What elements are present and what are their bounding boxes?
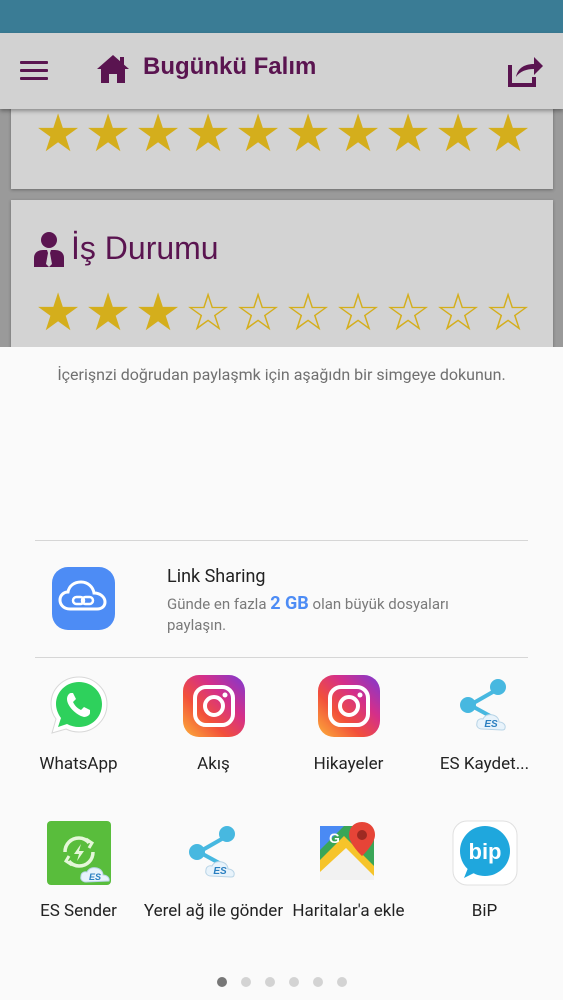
star-filled-icon: ★: [234, 109, 282, 164]
share-target-es-sender[interactable]: ES ES Sender: [8, 820, 149, 922]
page-indicator: [0, 972, 563, 991]
link-sharing-description: Günde en fazla 2 GB olan büyük dosyaları…: [167, 593, 449, 634]
link-sharing-title: Link Sharing: [167, 566, 266, 587]
star-rating: ★ ★ ★ ★ ★ ★ ★ ★ ★ ★: [33, 109, 533, 164]
share-target-es-save[interactable]: ES ES Kaydet...: [414, 673, 555, 775]
bip-icon: bip: [452, 820, 517, 886]
app-label: WhatsApp: [39, 754, 118, 774]
link-sharing-option[interactable]: Link Sharing Günde en fazla 2 GB olan bü…: [0, 541, 563, 657]
share-target-bip[interactable]: bip BiP: [414, 820, 555, 922]
star-empty-icon: ☆: [284, 282, 332, 343]
star-filled-icon: ★: [84, 109, 132, 164]
share-target-instagram-stories[interactable]: Hikayeler: [278, 673, 419, 775]
instagram-icon: [317, 675, 380, 737]
star-rating: ★ ★ ★ ☆ ☆ ☆ ☆ ☆ ☆ ☆: [33, 282, 533, 343]
app-label: ES Kaydet...: [439, 754, 530, 774]
svg-text:bip: bip: [468, 839, 501, 864]
cloud-link-icon: [52, 567, 115, 630]
es-sender-icon: ES: [46, 821, 111, 885]
section-header: İş Durumu: [33, 230, 219, 267]
star-filled-icon: ★: [284, 109, 332, 164]
app-bar: Bugünkü Falım: [0, 33, 563, 109]
page-dot[interactable]: [240, 977, 251, 987]
svg-text:ES: ES: [213, 866, 227, 877]
divider: [35, 657, 528, 658]
share-target-instagram-feed[interactable]: Akış: [143, 673, 284, 775]
page-title: Bugünkü Falım: [143, 53, 317, 80]
page-dot[interactable]: [264, 977, 275, 987]
rating-card-work-status: İş Durumu ★ ★ ★ ☆ ☆ ☆ ☆ ☆ ☆ ☆: [11, 200, 553, 347]
star-filled-icon: ★: [34, 282, 82, 343]
fortune-content: ★ ★ ★ ★ ★ ★ ★ ★ ★ ★ İş Durumu ★ ★ ★ ☆ ☆ ☆ ☆ ☆ ☆ ☆: [0, 109, 563, 347]
app-label: Akış: [197, 754, 230, 774]
star-filled-icon: ★: [34, 109, 82, 164]
page-dot[interactable]: [312, 977, 323, 987]
star-empty-icon: ☆: [434, 282, 482, 343]
star-empty-icon: ☆: [184, 282, 232, 343]
star-filled-icon: ★: [384, 109, 432, 164]
es-share-icon: ES: [459, 679, 506, 731]
menu-icon[interactable]: [20, 61, 48, 81]
google-maps-icon: G: [319, 822, 375, 880]
page-dot[interactable]: [216, 977, 227, 987]
share-icon[interactable]: [506, 53, 544, 89]
size-limit: 2 GB: [270, 593, 309, 614]
share-target-google-maps[interactable]: G Haritalar'a ekle: [278, 820, 419, 922]
rating-card: ★ ★ ★ ★ ★ ★ ★ ★ ★ ★: [11, 109, 553, 189]
app-label: Hikayeler: [313, 754, 384, 774]
section-title: İş Durumu: [71, 230, 219, 266]
star-empty-icon: ☆: [384, 282, 432, 343]
businessman-icon: [34, 231, 64, 267]
svg-text:ES: ES: [88, 872, 100, 882]
app-label: ES Sender: [40, 901, 117, 921]
share-hint: İçerişnzi doğrudan paylaşmk için aşağıdn…: [57, 365, 506, 384]
app-label: Yerel ağ ile gönder: [143, 901, 284, 921]
instagram-icon: [182, 675, 245, 737]
star-empty-icon: ☆: [234, 282, 282, 343]
star-filled-icon: ★: [484, 109, 532, 164]
app-label: BiP: [471, 901, 498, 921]
star-empty-icon: ☆: [484, 282, 532, 343]
star-filled-icon: ★: [134, 109, 182, 164]
star-filled-icon: ★: [334, 109, 382, 164]
share-sheet: İçerişnzi doğrudan paylaşmk için aşağıdn…: [0, 347, 563, 1000]
page-dot[interactable]: [288, 977, 299, 987]
home-icon[interactable]: [96, 53, 130, 85]
star-empty-icon: ☆: [334, 282, 382, 343]
whatsapp-icon: [49, 676, 108, 734]
star-filled-icon: ★: [84, 282, 132, 343]
es-share-icon: ES: [188, 826, 235, 878]
svg-text:ES: ES: [484, 719, 498, 730]
page-dot[interactable]: [336, 977, 347, 987]
share-target-whatsapp[interactable]: WhatsApp: [8, 673, 149, 775]
share-target-local-network[interactable]: ES Yerel ağ ile gönder: [143, 820, 284, 922]
svg-text:G: G: [329, 830, 340, 846]
star-filled-icon: ★: [434, 109, 482, 164]
star-filled-icon: ★: [184, 109, 232, 164]
app-label: Haritalar'a ekle: [292, 901, 405, 921]
status-bar: [0, 0, 563, 33]
star-filled-icon: ★: [134, 282, 182, 343]
